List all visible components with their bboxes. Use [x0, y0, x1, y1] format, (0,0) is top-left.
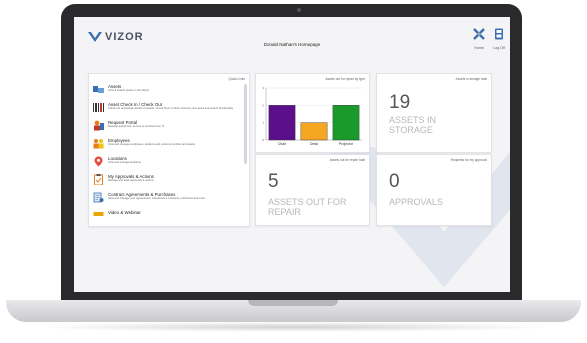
stat-value: 19: [389, 92, 411, 113]
repair-by-type-chart: 0 1 2 3 Chair Desk Projector: [262, 86, 362, 146]
quick-link-title: Video & Webinar: [108, 210, 141, 215]
clipboard-icon: [94, 174, 103, 185]
people-icon: [93, 139, 104, 149]
logout-icon: [495, 28, 503, 40]
y-tick-label: 1: [262, 121, 264, 125]
assets-in-storage-card[interactable]: Assets in storage total 19 ASSETS IN STO…: [376, 73, 492, 153]
logout-button[interactable]: Log Off: [488, 27, 510, 50]
quick-link-employees[interactable]: Employees View and manage employees, stu…: [93, 138, 241, 153]
laptop-shadow: [30, 322, 557, 332]
contract-icon: [93, 192, 104, 203]
quick-link-desc: View & search assets in the library: [108, 89, 150, 92]
quick-links-card: Quick Links Assets View & search assets …: [88, 73, 250, 227]
quick-link-request-portal[interactable]: Request Portal Request equipment, access…: [93, 120, 241, 135]
assets-out-for-repair-card[interactable]: Assets out for repair total 5 ASSETS OUT…: [255, 154, 370, 226]
x-tick-label: Desk: [310, 142, 318, 146]
quick-link-desc: Check out and assign assets to people. C…: [108, 107, 234, 110]
quick-link-desc: Manage and track approvals & actions: [108, 179, 154, 182]
quick-link-locations[interactable]: Locations View and manage locations: [93, 156, 241, 171]
assets-icon: [93, 86, 104, 93]
stat-title: Assets in storage total: [455, 77, 487, 81]
logo-icon: [88, 32, 102, 42]
quick-links-title: Quick Links: [228, 77, 245, 81]
quick-link-desc: View and manage locations: [108, 161, 141, 164]
quick-link-desc: View and manage employees, students and …: [108, 143, 196, 146]
request-icon: [94, 120, 104, 131]
home-label: Home: [474, 46, 484, 50]
stat-label-line2: REPAIR: [268, 207, 301, 217]
quick-link-desc: View and manage your agreements, mainten…: [108, 197, 205, 200]
y-tick-label: 3: [262, 86, 264, 90]
quick-link-approvals[interactable]: My Approvals & Actions Manage and track …: [93, 174, 241, 189]
approvals-card[interactable]: Requests for my approval 0 APPROVALS: [376, 154, 492, 226]
x-tick-label: Projector: [339, 142, 354, 146]
location-icon: [94, 156, 103, 167]
bar-projector: [332, 105, 360, 141]
stat-value: 5: [268, 171, 279, 192]
bar-desk: [300, 122, 328, 141]
camera-dot: [297, 8, 301, 12]
home-button[interactable]: Home: [468, 27, 490, 50]
laptop-notch: [248, 300, 338, 306]
stat-value: 0: [389, 171, 400, 192]
page-title: Donald Nathan's Homepage: [263, 42, 321, 47]
stat-title: Requests for my approval: [450, 158, 487, 162]
stat-label-line1: APPROVALS: [389, 197, 443, 207]
stat-title: Assets out for repair total: [329, 158, 365, 162]
app-screen: VIZOR Donald Nathan's Homepage Home Log …: [74, 17, 510, 292]
stat-label-line2: STORAGE: [389, 125, 433, 135]
quick-link-check-in-out[interactable]: Asset Check In / Check Out Check out and…: [93, 102, 241, 117]
logout-label: Log Off: [493, 46, 505, 50]
quick-link-contracts[interactable]: Contract Agreements & Purchases View and…: [93, 192, 241, 207]
quick-link-video[interactable]: Video & Webinar: [93, 210, 241, 225]
quick-link-assets[interactable]: Assets View & search assets in the libra…: [93, 84, 241, 99]
quick-links-scrollbar[interactable]: [244, 84, 247, 164]
barcode-icon: [93, 103, 104, 112]
home-icon: [473, 28, 485, 40]
quick-links-list: Assets View & search assets in the libra…: [93, 84, 241, 226]
bar-chair: [268, 105, 296, 141]
video-icon: [93, 212, 104, 216]
x-tick-label: Chair: [278, 142, 287, 146]
y-tick-label: 0: [262, 138, 264, 142]
y-tick-label: 2: [262, 103, 264, 107]
quick-link-desc: Request equipment, access or services fr…: [108, 125, 165, 128]
repair-by-type-card: Assets out for repair by type 0 1 2 3 Chair D…: [255, 73, 370, 153]
